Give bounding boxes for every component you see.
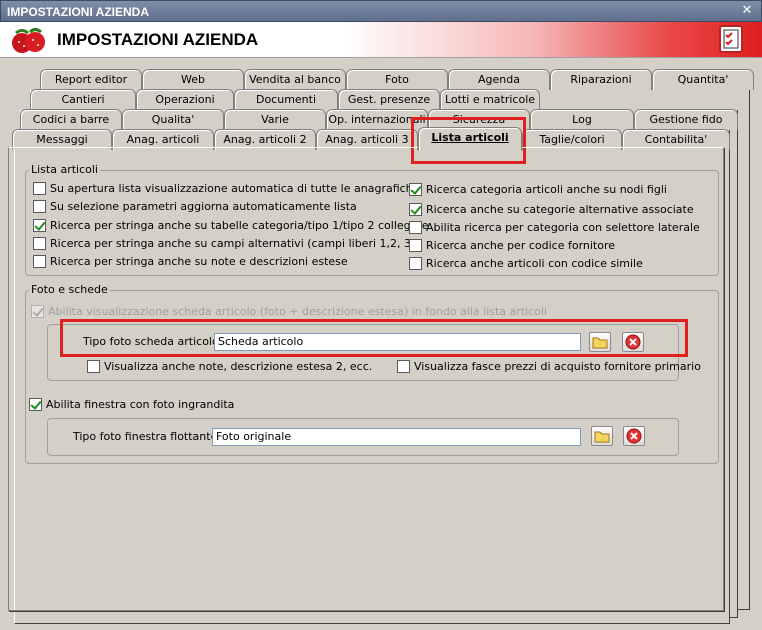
chk-selettore-laterale[interactable]: Abilita ricerca per categoria con selett… (409, 221, 700, 234)
chk-codice-fornitore[interactable]: Ricerca anche per codice fornitore (409, 239, 615, 252)
tab-gestione-fido[interactable]: Gestione fido (634, 109, 738, 130)
folder-icon (592, 337, 608, 349)
foto-schede-group-title: Foto e schede (29, 283, 110, 296)
chk-abilita-scheda-articolo[interactable]: Abilita visualizzazione scheda articolo … (31, 305, 547, 318)
tab-gest-presenze[interactable]: Gest. presenze (338, 89, 440, 110)
checkbox[interactable] (33, 255, 46, 268)
chk-visualizza-fasce[interactable]: Visualizza fasce prezzi di acquisto forn… (397, 360, 701, 373)
chk-abilita-finestra-foto[interactable]: Abilita finestra con foto ingrandita (29, 398, 234, 411)
folder-browse-button[interactable] (589, 332, 611, 352)
chk-ricerca-nodi-figli[interactable]: Ricerca categoria articoli anche su nodi… (409, 183, 667, 196)
lista-articoli-page: Lista articoli Su apertura lista visuali… (8, 147, 724, 611)
chk-codice-simile[interactable]: Ricerca anche articoli con codice simile (409, 257, 643, 270)
checkbox[interactable] (33, 237, 46, 250)
tab-report-editor[interactable]: Report editor (40, 69, 142, 90)
checkbox[interactable] (409, 257, 422, 270)
chk-ricerca-note-descrizioni[interactable]: Ricerca per stringa anche su note e desc… (33, 255, 348, 268)
checkbox[interactable] (409, 203, 422, 216)
checklist-icon[interactable] (719, 25, 743, 53)
checkbox[interactable] (409, 183, 422, 196)
tab-riparazioni[interactable]: Riparazioni (550, 69, 652, 90)
chk-ricerca-campi-alternativi[interactable]: Ricerca per stringa anche su campi alter… (33, 237, 415, 250)
chk-visualizza-note[interactable]: Visualizza anche note, descrizione estes… (87, 360, 372, 373)
delete-icon (625, 334, 641, 350)
checkbox[interactable] (409, 221, 422, 234)
delete-icon (626, 428, 642, 444)
window-title: IMPOSTAZIONI AZIENDA (7, 5, 149, 19)
checkbox[interactable] (29, 398, 42, 411)
tab-lotti-e-matricole[interactable]: Lotti e matricole (440, 89, 540, 110)
lista-articoli-group-title: Lista articoli (29, 163, 100, 176)
header-title: IMPOSTAZIONI AZIENDA (57, 30, 259, 49)
chk-categorie-alternative[interactable]: Ricerca anche su categorie alternative a… (409, 203, 694, 216)
checkbox[interactable] (33, 219, 46, 232)
tab-cantieri[interactable]: Cantieri (30, 89, 136, 110)
tab-foto[interactable]: Foto (346, 69, 448, 90)
title-bar: IMPOSTAZIONI AZIENDA ✕ (0, 0, 762, 22)
checkbox[interactable] (409, 239, 422, 252)
tab-varie[interactable]: Varie (224, 109, 326, 130)
tab-op-internazionali[interactable]: Op. internazionali (326, 109, 428, 130)
header-banner: IMPOSTAZIONI AZIENDA (0, 22, 762, 58)
tab-log[interactable]: Log (530, 109, 634, 130)
tipo-finestra-label: Tipo foto finestra flottante : (73, 430, 225, 443)
tab-quantita[interactable]: Quantita' (652, 69, 754, 90)
chk-ricerca-tabelle-categoria[interactable]: Ricerca per stringa anche su tabelle cat… (33, 219, 428, 232)
tipo-foto-label: Tipo foto scheda articolo : (83, 335, 226, 348)
strawberry-logo-icon (12, 28, 45, 53)
tab-qualita[interactable]: Qualita' (122, 109, 224, 130)
tab-codici-a-barre[interactable]: Codici a barre (20, 109, 122, 130)
tipo-foto-input[interactable]: Scheda articolo (214, 333, 581, 351)
tab-web[interactable]: Web (142, 69, 244, 90)
checkbox[interactable] (31, 305, 44, 318)
tab-documenti[interactable]: Documenti (234, 89, 338, 110)
checkbox[interactable] (33, 182, 46, 195)
tab-lista-articoli[interactable]: Lista articoli (418, 127, 522, 151)
tab-operazioni[interactable]: Operazioni (136, 89, 234, 110)
tab-vendita-al-banco[interactable]: Vendita al banco (244, 69, 346, 90)
chk-selezione-parametri[interactable]: Su selezione parametri aggiorna automati… (33, 200, 357, 213)
checkbox[interactable] (33, 200, 46, 213)
clear-button-2[interactable] (623, 426, 645, 446)
checkbox[interactable] (87, 360, 100, 373)
checkbox[interactable] (397, 360, 410, 373)
tab-agenda[interactable]: Agenda (448, 69, 550, 90)
chk-apertura-lista[interactable]: Su apertura lista visualizzazione automa… (33, 182, 419, 195)
clear-button[interactable] (622, 332, 644, 352)
folder-icon (594, 431, 610, 443)
tipo-finestra-input[interactable]: Foto originale (212, 428, 581, 446)
folder-browse-button-2[interactable] (591, 426, 613, 446)
close-icon[interactable]: ✕ (739, 2, 755, 20)
